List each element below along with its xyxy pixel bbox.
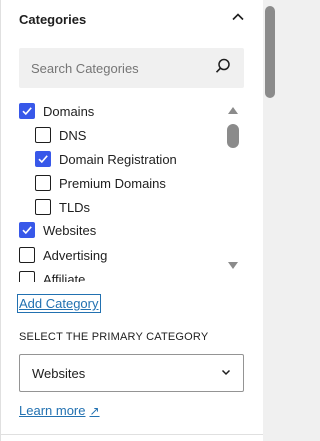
category-label: Premium Domains — [59, 175, 166, 191]
category-label: DNS — [59, 127, 87, 143]
scroll-down-arrow-icon[interactable] — [226, 260, 240, 272]
checkbox-premium-domains[interactable] — [35, 175, 51, 191]
primary-category-label: SELECT THE PRIMARY CATEGORY — [19, 331, 209, 343]
category-label: Affiliate — [43, 271, 86, 283]
categories-panel: Categories Domains DNS Dom — [0, 0, 264, 441]
category-list: Domains DNS Domain Registration Premium … — [13, 98, 245, 282]
search-input[interactable] — [31, 60, 214, 76]
category-list-scrollbar[interactable] — [226, 104, 240, 272]
checkbox-dns[interactable] — [35, 127, 51, 143]
category-item-websites[interactable]: Websites — [19, 219, 96, 241]
scroll-thumb[interactable] — [227, 124, 239, 148]
learn-more-label: Learn more — [19, 403, 86, 418]
category-label: Advertising — [43, 247, 108, 263]
checkbox-advertising[interactable] — [19, 247, 35, 263]
scroll-up-arrow-icon[interactable] — [226, 104, 240, 116]
sidebar-scroll-thumb[interactable] — [265, 6, 275, 98]
checkbox-domain-registration[interactable] — [35, 151, 51, 167]
checkbox-domains[interactable] — [19, 103, 35, 119]
search-box[interactable] — [19, 48, 244, 88]
category-item-affiliate[interactable]: Affiliate — [19, 268, 85, 282]
category-item-premium-domains[interactable]: Premium Domains — [35, 172, 166, 194]
category-label: TLDs — [59, 199, 91, 215]
category-item-advertising[interactable]: Advertising — [19, 244, 107, 266]
primary-category-select[interactable]: Websites — [19, 354, 244, 392]
checkbox-affiliate[interactable] — [19, 271, 35, 282]
chevron-down-icon — [219, 365, 233, 382]
category-label: Websites — [43, 222, 97, 238]
checkbox-websites[interactable] — [19, 222, 35, 238]
category-item-tlds[interactable]: TLDs — [35, 196, 90, 218]
add-category-button[interactable]: Add Category — [17, 294, 101, 313]
chevron-up-icon[interactable] — [230, 9, 246, 30]
search-icon[interactable] — [214, 57, 232, 80]
checkbox-tlds[interactable] — [35, 199, 51, 215]
panel-divider — [1, 434, 264, 435]
category-item-dns[interactable]: DNS — [35, 124, 86, 146]
sidebar-scrollbar[interactable] — [263, 0, 277, 441]
primary-category-value: Websites — [32, 365, 86, 381]
category-item-domains[interactable]: Domains — [19, 100, 94, 122]
panel-header[interactable]: Categories — [1, 0, 264, 38]
category-item-domain-registration[interactable]: Domain Registration — [35, 148, 177, 170]
panel-title: Categories — [19, 11, 87, 27]
learn-more-link[interactable]: Learn more ↗ — [19, 403, 100, 418]
external-link-icon: ↗ — [89, 403, 100, 418]
category-label: Domains — [43, 103, 95, 119]
category-label: Domain Registration — [59, 151, 177, 167]
